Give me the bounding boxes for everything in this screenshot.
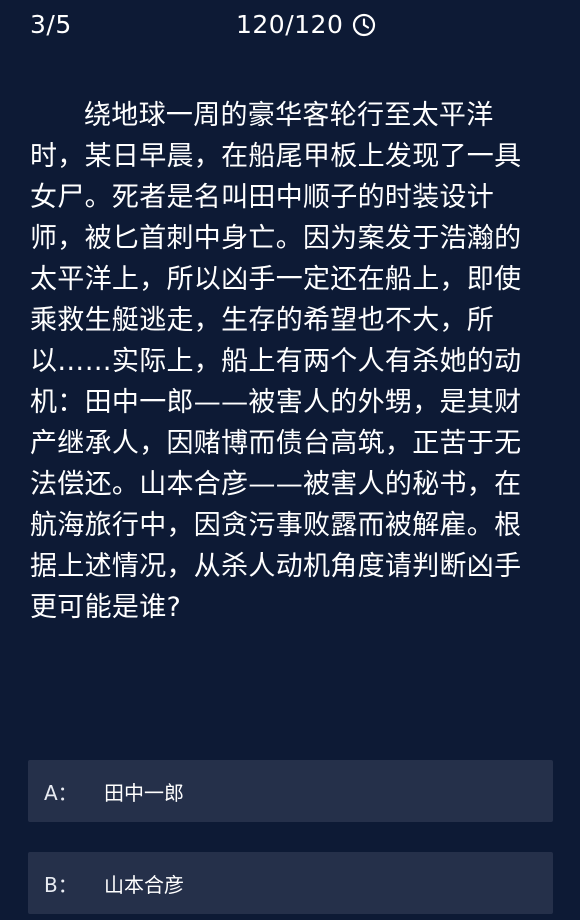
quiz-header: 3/5 120/120 <box>0 0 580 50</box>
option-label: 田中一郎 <box>104 780 184 805</box>
option-b-button[interactable]: B： 山本合彦 <box>28 852 553 914</box>
timer: 120/120 <box>236 9 376 41</box>
option-letter: B： <box>44 872 78 897</box>
timer-text: 120/120 <box>236 10 344 39</box>
question-text: 绕地球一周的豪华客轮行至太平洋时，某日早晨，在船尾甲板上发现了一具女尸。死者是名… <box>30 100 522 623</box>
clock-icon <box>352 13 376 37</box>
option-label: 山本合彦 <box>104 872 184 897</box>
option-a-button[interactable]: A： 田中一郎 <box>28 760 553 822</box>
option-letter: A： <box>44 780 78 805</box>
question-progress: 3/5 <box>30 10 72 39</box>
